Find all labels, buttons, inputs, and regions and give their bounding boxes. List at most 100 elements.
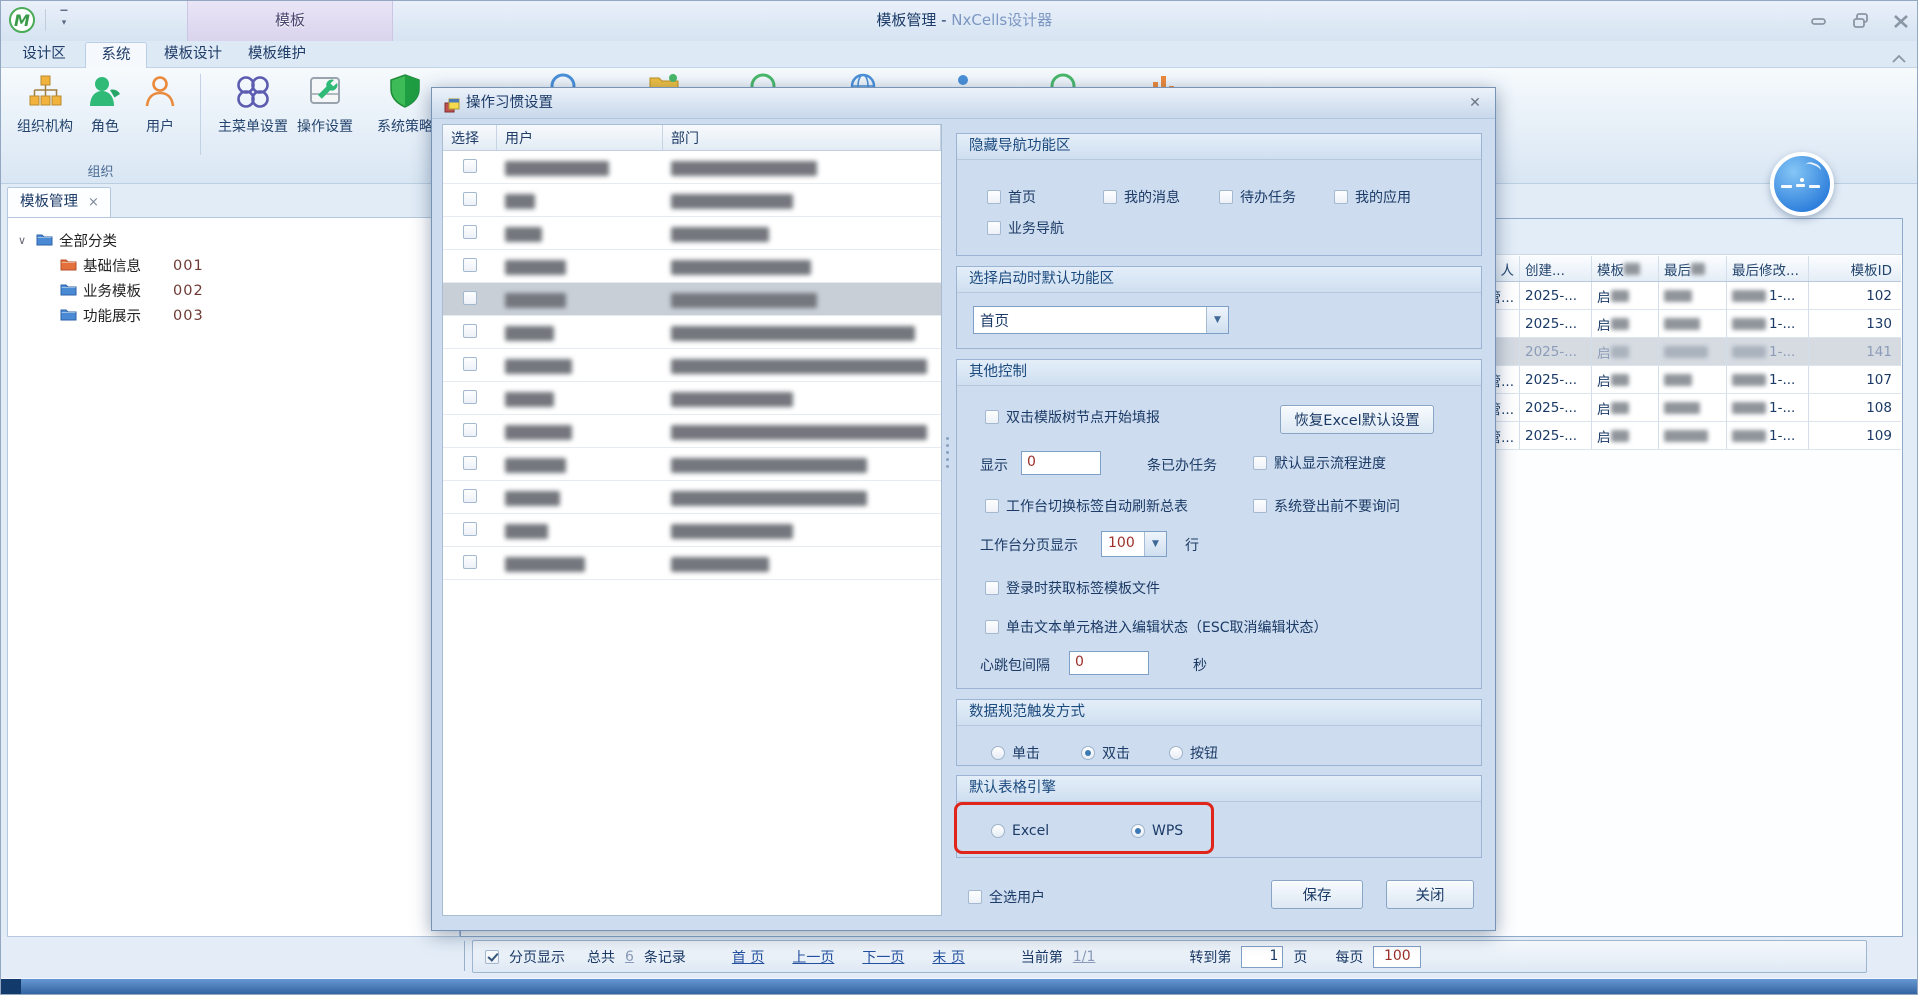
user-row-8[interactable] [443, 382, 941, 415]
row-checkbox[interactable] [463, 489, 477, 503]
checkbox-fetch-label-template[interactable]: 登录时获取标签模板文件 [985, 578, 1160, 598]
radio-trigger-单击[interactable]: 单击 [991, 743, 1040, 763]
prev-page-link[interactable]: 上一页 [792, 947, 834, 967]
checkbox-show-flow-progress[interactable]: 默认显示流程进度 [1253, 453, 1386, 473]
show-tasks-input[interactable]: 0 [1021, 451, 1101, 475]
minimize-button[interactable] [1807, 11, 1831, 31]
document-tab-template-management[interactable]: 模板管理× [7, 187, 111, 218]
paging-checkbox[interactable] [485, 950, 499, 964]
user-row-11[interactable] [443, 481, 941, 514]
template-row-108[interactable]: 管...2025-...启1-...108 [1475, 394, 1901, 422]
checkbox-nav-3[interactable]: 待办任务 [1219, 187, 1296, 207]
checkbox-nav-4[interactable]: 我的应用 [1334, 187, 1411, 207]
ribbon-tab-2[interactable]: 系统 [85, 42, 147, 68]
ribbon-tab-1[interactable]: 设计区 [11, 42, 77, 68]
template-row-102[interactable]: 管...2025-...启1-...102 [1475, 282, 1901, 310]
user-row-2[interactable] [443, 184, 941, 217]
restore-button[interactable] [1849, 11, 1873, 31]
user-row-3[interactable] [443, 217, 941, 250]
checkbox-icon[interactable] [1253, 456, 1267, 470]
app-logo-icon[interactable]: M [9, 7, 35, 33]
row-checkbox[interactable] [463, 390, 477, 404]
col-last[interactable]: 最后 [1659, 256, 1727, 281]
template-row-109[interactable]: 管...2025-...启1-...109 [1475, 422, 1901, 450]
template-row-130[interactable]: 2025-...启1-...130 [1475, 310, 1901, 338]
save-button[interactable]: 保存 [1271, 880, 1363, 909]
col-created[interactable]: 创建... [1520, 256, 1592, 281]
checkbox-icon[interactable] [1103, 190, 1117, 204]
user-row-4[interactable] [443, 250, 941, 283]
floating-assistant-sphere[interactable] [1770, 152, 1834, 216]
col-template-id[interactable]: 模板ID [1809, 256, 1897, 281]
first-page-link[interactable]: 首 页 [732, 947, 764, 967]
ribbon-button-5[interactable]: 操作设置 [287, 73, 363, 136]
row-checkbox[interactable] [463, 555, 477, 569]
checkbox-dblclick-fill[interactable]: 双击模版树节点开始填报 [985, 407, 1160, 427]
checkbox-icon[interactable] [1334, 190, 1348, 204]
tree-root-all-categories[interactable]: ∨全部分类 [18, 228, 459, 253]
ribbon-tab-3[interactable]: 模板设计 [155, 42, 231, 68]
row-checkbox[interactable] [463, 456, 477, 470]
col-modified[interactable]: 最后修改... [1727, 256, 1809, 281]
collapse-ribbon-icon[interactable] [1891, 49, 1907, 68]
user-row-13[interactable] [443, 547, 941, 580]
checkbox-auto-refresh[interactable]: 工作台切换标签自动刷新总表 [985, 496, 1188, 516]
ribbon-button-2[interactable]: 角色 [77, 73, 133, 136]
user-row-5[interactable] [443, 283, 941, 316]
template-row-141[interactable]: 2025-...启1-...141 [1475, 338, 1901, 366]
checkbox-icon[interactable] [1219, 190, 1233, 204]
radio-icon[interactable] [1169, 746, 1183, 760]
tab-close-icon[interactable]: × [88, 195, 99, 210]
tree-item-003[interactable]: 功能展示003 [18, 303, 459, 328]
restore-excel-defaults-button[interactable]: 恢复Excel默认设置 [1280, 405, 1434, 434]
per-page-input[interactable]: 100 [1373, 946, 1421, 968]
chevron-down-icon[interactable]: ▼ [1144, 532, 1166, 556]
last-page-link[interactable]: 末 页 [932, 947, 964, 967]
checkbox-icon[interactable] [987, 221, 1001, 235]
dialog-title-bar[interactable]: 操作习惯设置 ✕ [432, 88, 1495, 119]
col-status[interactable]: 模板 [1592, 256, 1659, 281]
close-dialog-button[interactable]: 关闭 [1386, 880, 1474, 909]
checkbox-icon[interactable] [985, 581, 999, 595]
tree-item-001[interactable]: 基础信息001 [18, 253, 459, 278]
checkbox-select-all-users[interactable]: 全选用户 [968, 887, 1045, 907]
tree-item-002[interactable]: 业务模板002 [18, 278, 459, 303]
checkbox-no-logout-prompt[interactable]: 系统登出前不要询问 [1253, 496, 1400, 516]
radio-icon[interactable] [991, 746, 1005, 760]
workbench-page-combo[interactable]: 100 ▼ [1101, 531, 1167, 557]
ribbon-button-3[interactable]: 用户 [130, 73, 190, 136]
row-checkbox[interactable] [463, 225, 477, 239]
row-checkbox[interactable] [463, 423, 477, 437]
col-select[interactable]: 选择 [443, 125, 497, 150]
checkbox-icon[interactable] [987, 190, 1001, 204]
user-row-6[interactable] [443, 316, 941, 349]
ribbon-button-1[interactable]: 组织机构 [13, 73, 77, 136]
chevron-down-icon[interactable]: ▼ [1206, 307, 1228, 333]
radio-icon[interactable] [1081, 746, 1095, 760]
checkbox-nav-2[interactable]: 我的消息 [1103, 187, 1180, 207]
row-checkbox[interactable] [463, 258, 477, 272]
ribbon-tab-4[interactable]: 模板维护 [239, 42, 315, 68]
col-department[interactable]: 部门 [663, 125, 941, 150]
user-row-10[interactable] [443, 448, 941, 481]
radio-trigger-按钮[interactable]: 按钮 [1169, 743, 1218, 763]
checkbox-icon[interactable] [1253, 499, 1267, 513]
chevron-expanded-icon[interactable]: ∨ [18, 234, 30, 247]
col-user[interactable]: 用户 [497, 125, 663, 150]
row-checkbox[interactable] [463, 324, 477, 338]
user-row-9[interactable] [443, 415, 941, 448]
next-page-link[interactable]: 下一页 [862, 947, 904, 967]
row-checkbox[interactable] [463, 192, 477, 206]
default-area-combo[interactable]: 首页 ▼ [973, 306, 1229, 334]
checkbox-nav-business[interactable]: 业务导航 [987, 218, 1064, 238]
row-checkbox[interactable] [463, 291, 477, 305]
radio-trigger-双击[interactable]: 双击 [1081, 743, 1130, 763]
row-checkbox[interactable] [463, 522, 477, 536]
checkbox-nav-1[interactable]: 首页 [987, 187, 1036, 207]
user-row-7[interactable] [443, 349, 941, 382]
checkbox-icon[interactable] [985, 410, 999, 424]
checkbox-icon[interactable] [968, 890, 982, 904]
quick-access-dropdown-icon[interactable]: ▔▾ [57, 13, 71, 27]
splitter-handle[interactable] [946, 433, 950, 472]
close-button[interactable] [1889, 11, 1913, 31]
